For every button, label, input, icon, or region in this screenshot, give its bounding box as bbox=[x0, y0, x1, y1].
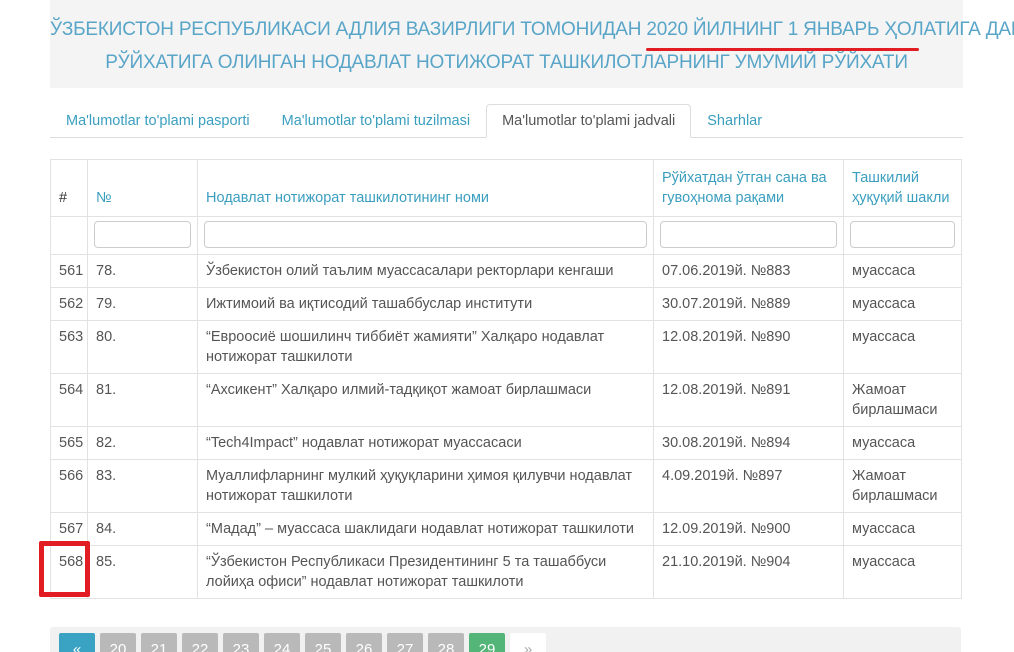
title-text-post: ҲОЛАТИГА ДАВЛАТ bbox=[884, 19, 1014, 40]
row-number: 80. bbox=[87, 320, 198, 374]
row-index: 567 bbox=[50, 512, 88, 546]
pagination-next-button[interactable]: » bbox=[510, 633, 546, 652]
row-org-form: муассаса bbox=[843, 545, 962, 599]
pagination-page-24[interactable]: 24 bbox=[264, 633, 300, 652]
table-row: 565 82. “Tech4Impact” нодавлат нотижорат… bbox=[50, 426, 962, 460]
page-container: ЎЗБЕКИСТОН РЕСПУБЛИКАСИ АДЛИЯ ВАЗИРЛИГИ … bbox=[50, 0, 1014, 652]
row-reg-date: 21.10.2019й. №904 bbox=[653, 545, 844, 599]
filter-org-name-input[interactable] bbox=[204, 221, 647, 248]
filter-cell-number bbox=[87, 216, 198, 255]
row-index: 562 bbox=[50, 287, 88, 321]
pagination-page-20[interactable]: 20 bbox=[100, 633, 136, 652]
pagination-bar: « 20 21 22 23 24 25 26 27 28 29 » bbox=[50, 627, 961, 652]
column-header-org-form[interactable]: Ташкилий ҳуқуқий шакли bbox=[843, 159, 962, 217]
row-org-form: муассаса bbox=[843, 512, 962, 546]
row-org-form: муассаса bbox=[843, 320, 962, 374]
row-reg-date: 12.09.2019й. №900 bbox=[653, 512, 844, 546]
row-org-name: “Мадад” – муассаса шаклидаги нодавлат но… bbox=[197, 512, 654, 546]
pagination-first-button[interactable]: « bbox=[59, 633, 95, 652]
row-reg-date: 4.09.2019й. №897 bbox=[653, 459, 844, 513]
tab-malumotlar-toplami-tuzilmasi[interactable]: Ma'lumotlar to'plami tuzilmasi bbox=[266, 104, 486, 138]
row-org-name: Ўзбекистон олий таълим муассасалари рект… bbox=[197, 254, 654, 288]
row-index: 564 bbox=[50, 373, 88, 427]
filter-row bbox=[50, 216, 962, 255]
pagination-page-28[interactable]: 28 bbox=[428, 633, 464, 652]
tab-malumotlar-toplami-pasporti[interactable]: Ma'lumotlar to'plami pasporti bbox=[50, 104, 266, 138]
pagination-page-26[interactable]: 26 bbox=[346, 633, 382, 652]
filter-cell-empty bbox=[50, 216, 88, 255]
row-index: 561 bbox=[50, 254, 88, 288]
page-header: ЎЗБЕКИСТОН РЕСПУБЛИКАСИ АДЛИЯ ВАЗИРЛИГИ … bbox=[50, 0, 1014, 88]
pagination-page-22[interactable]: 22 bbox=[182, 633, 218, 652]
row-reg-date: 12.08.2019й. №891 bbox=[653, 373, 844, 427]
pagination-page-21[interactable]: 21 bbox=[141, 633, 177, 652]
filter-cell-name bbox=[197, 216, 654, 255]
row-org-form: муассаса bbox=[843, 254, 962, 288]
row-reg-date: 12.08.2019й. №890 bbox=[653, 320, 844, 374]
pagination-page-23[interactable]: 23 bbox=[223, 633, 259, 652]
row-index: 565 bbox=[50, 426, 88, 460]
row-number: 78. bbox=[87, 254, 198, 288]
table-header-row: # № Нодавлат нотижорат ташкилотининг ном… bbox=[50, 159, 962, 217]
tab-sharhlar[interactable]: Sharhlar bbox=[691, 104, 778, 138]
row-number: 79. bbox=[87, 287, 198, 321]
highlighted-row-index-cell: 568 bbox=[50, 545, 88, 599]
tab-malumotlar-toplami-jadvali[interactable]: Ma'lumotlar to'plami jadvali bbox=[486, 104, 692, 138]
row-index: 563 bbox=[50, 320, 88, 374]
row-number: 81. bbox=[87, 373, 198, 427]
row-org-name: “Евроосиё шошилинч тиббиёт жамияти” Халқ… bbox=[197, 320, 654, 374]
row-org-form: муассаса bbox=[843, 426, 962, 460]
filter-cell-form bbox=[843, 216, 962, 255]
row-number: 83. bbox=[87, 459, 198, 513]
table-row: 561 78. Ўзбекистон олий таълим муассасал… bbox=[50, 254, 962, 288]
row-org-name: Ижтимоий ва иқтисодий ташаббуслар инстит… bbox=[197, 287, 654, 321]
row-number: 82. bbox=[87, 426, 198, 460]
row-org-name: Муаллифларнинг мулкий ҳуқуқларини ҳимоя … bbox=[197, 459, 654, 513]
table-row: 568 85. “Ўзбекистон Республикаси Президе… bbox=[50, 545, 962, 599]
table-row: 562 79. Ижтимоий ва иқтисодий ташаббусла… bbox=[50, 287, 962, 321]
pagination-page-27[interactable]: 27 bbox=[387, 633, 423, 652]
row-reg-date: 30.08.2019й. №894 bbox=[653, 426, 844, 460]
pagination-page-29-active[interactable]: 29 bbox=[469, 633, 505, 652]
row-org-form: Жамоат бирлашмаси bbox=[843, 373, 962, 427]
tab-bar: Ma'lumotlar to'plami pasporti Ma'lumotla… bbox=[50, 103, 963, 138]
row-reg-date: 30.07.2019й. №889 bbox=[653, 287, 844, 321]
column-header-index: # bbox=[50, 159, 88, 217]
column-header-reg-date[interactable]: Рўйхатдан ўтган сана ва гувоҳнома рақами bbox=[653, 159, 844, 217]
table-row: 566 83. Муаллифларнинг мулкий ҳуқуқларин… bbox=[50, 459, 962, 513]
filter-number-input[interactable] bbox=[94, 221, 191, 248]
column-header-org-name[interactable]: Нодавлат нотижорат ташкилотининг номи bbox=[197, 159, 654, 217]
filter-reg-date-input[interactable] bbox=[660, 221, 837, 248]
filter-cell-reg bbox=[653, 216, 844, 255]
table-row: 563 80. “Евроосиё шошилинч тиббиёт жамия… bbox=[50, 320, 962, 374]
row-reg-date: 07.06.2019й. №883 bbox=[653, 254, 844, 288]
row-org-name: “Tech4Impact” нодавлат нотижорат муассас… bbox=[197, 426, 654, 460]
row-org-name: “Ўзбекистон Республикаси Президентининг … bbox=[197, 545, 654, 599]
row-org-name: “Ахсикент” Халқаро илмий-тадқиқот жамоат… bbox=[197, 373, 654, 427]
column-header-number[interactable]: № bbox=[87, 159, 198, 217]
table-row: 567 84. “Мадад” – муассаса шаклидаги нод… bbox=[50, 512, 962, 546]
title-red-underline-highlight: 2020 ЙИЛНИНГ 1 ЯНВАРЬ bbox=[646, 13, 920, 51]
pagination-page-25[interactable]: 25 bbox=[305, 633, 341, 652]
row-org-form: муассаса bbox=[843, 287, 962, 321]
table-row: 564 81. “Ахсикент” Халқаро илмий-тадқиқо… bbox=[50, 373, 962, 427]
row-org-form: Жамоат бирлашмаси bbox=[843, 459, 962, 513]
row-index: 566 bbox=[50, 459, 88, 513]
organizations-table: # № Нодавлат нотижорат ташкилотининг ном… bbox=[50, 159, 962, 599]
page-title-line1: ЎЗБЕКИСТОН РЕСПУБЛИКАСИ АДЛИЯ ВАЗИРЛИГИ … bbox=[50, 13, 1014, 51]
row-number: 84. bbox=[87, 512, 198, 546]
row-number: 85. bbox=[87, 545, 198, 599]
filter-org-form-input[interactable] bbox=[850, 221, 955, 248]
title-text-pre: ЎЗБЕКИСТОН РЕСПУБЛИКАСИ АДЛИЯ ВАЗИРЛИГИ … bbox=[50, 19, 647, 40]
